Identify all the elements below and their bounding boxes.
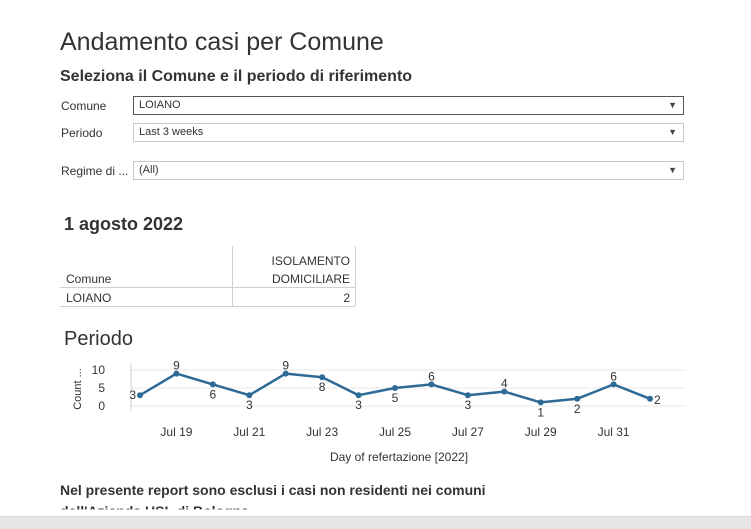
comune-dropdown-value: LOIANO bbox=[139, 99, 181, 111]
data-label: 9 bbox=[173, 359, 180, 373]
chevron-down-icon[interactable]: ▼ bbox=[668, 97, 677, 114]
table-divider bbox=[232, 246, 233, 306]
date-heading: 1 agosto 2022 bbox=[64, 214, 184, 234]
table-header-comune: Comune bbox=[66, 272, 112, 286]
filter-label-periodo: Periodo bbox=[61, 126, 103, 140]
periodo-dropdown-value: Last 3 weeks bbox=[139, 126, 204, 138]
x-tick-label: Jul 21 bbox=[233, 425, 265, 439]
data-label: 5 bbox=[392, 391, 399, 405]
data-point[interactable] bbox=[137, 392, 143, 399]
data-label: 3 bbox=[465, 398, 472, 412]
data-label: 6 bbox=[210, 387, 217, 401]
chevron-down-icon[interactable]: ▼ bbox=[668, 124, 677, 141]
filter-label-regime: Regime di ... bbox=[61, 164, 129, 178]
data-label: 3 bbox=[129, 388, 136, 402]
periodo-section-title: Periodo bbox=[64, 328, 133, 350]
data-label: 6 bbox=[610, 369, 617, 383]
x-axis-title: Day of refertazione [2022] bbox=[330, 450, 468, 464]
y-tick-label: 10 bbox=[92, 363, 106, 377]
data-label: 9 bbox=[282, 359, 289, 373]
table-cell-value: 2 bbox=[343, 291, 350, 305]
comune-dropdown[interactable]: LOIANO ▼ bbox=[133, 96, 684, 115]
x-tick-label: Jul 31 bbox=[598, 425, 630, 439]
line-chart: Count ... Day of refertazione [2022] 0 5 1… bbox=[72, 359, 686, 464]
table-cell-comune: LOIANO bbox=[66, 291, 112, 305]
x-tick-label: Jul 19 bbox=[160, 425, 192, 439]
x-tick-label: Jul 25 bbox=[379, 425, 411, 439]
regime-dropdown[interactable]: (All) ▼ bbox=[133, 161, 684, 180]
data-label: 8 bbox=[319, 380, 326, 394]
data-label: 6 bbox=[428, 369, 435, 383]
y-tick-label: 0 bbox=[98, 399, 105, 413]
table-header-domiciliare: DOMICILIARE bbox=[271, 272, 350, 286]
data-label: 1 bbox=[537, 405, 544, 419]
table-divider bbox=[355, 246, 356, 306]
bottom-toolbar bbox=[0, 516, 751, 529]
data-label: 3 bbox=[355, 398, 362, 412]
data-label: 2 bbox=[574, 402, 581, 416]
x-tick-label: Jul 27 bbox=[452, 425, 484, 439]
footer-note: Nel presente report sono esclusi i casi … bbox=[60, 482, 486, 498]
page-title: Andamento casi per Comune bbox=[60, 28, 384, 56]
data-label: 4 bbox=[501, 377, 508, 391]
data-point[interactable] bbox=[647, 395, 654, 402]
data-label: 3 bbox=[246, 398, 253, 412]
table-divider bbox=[60, 306, 355, 307]
data-label: 2 bbox=[654, 393, 661, 407]
periodo-dropdown[interactable]: Last 3 weeks ▼ bbox=[133, 123, 684, 142]
y-axis-title: Count ... bbox=[72, 368, 84, 410]
filter-label-comune: Comune bbox=[61, 99, 107, 113]
table-divider bbox=[60, 287, 355, 288]
y-tick-label: 5 bbox=[98, 381, 105, 395]
filter-section-title: Seleziona il Comune e il periodo di rife… bbox=[60, 68, 413, 85]
table-header-isolamento: ISOLAMENTO bbox=[271, 254, 350, 268]
x-tick-label: Jul 29 bbox=[525, 425, 557, 439]
regime-dropdown-value: (All) bbox=[139, 164, 159, 176]
x-tick-label: Jul 23 bbox=[306, 425, 338, 439]
chevron-down-icon[interactable]: ▼ bbox=[668, 162, 677, 179]
